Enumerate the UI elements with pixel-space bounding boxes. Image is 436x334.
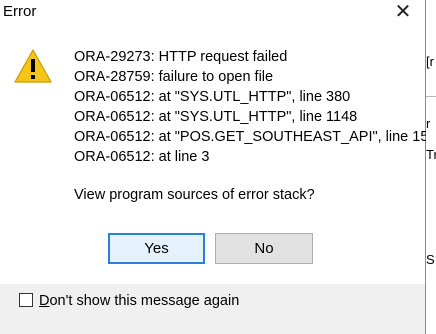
label-text: on't show this message again bbox=[49, 293, 240, 309]
dialog-footer bbox=[0, 284, 425, 334]
error-stack: ORA-29273: HTTP request failed ORA-28759… bbox=[74, 47, 428, 167]
warning-icon bbox=[14, 49, 52, 83]
error-line: ORA-06512: at "SYS.UTL_HTTP", line 380 bbox=[74, 89, 351, 105]
error-dialog: Error ✕ ORA-29273: HTTP request failed O… bbox=[0, 0, 428, 334]
background-text-fragment: S bbox=[426, 252, 435, 267]
question-text: View program sources of error stack? bbox=[74, 187, 315, 203]
error-line: ORA-06512: at "SYS.UTL_HTTP", line 1148 bbox=[74, 109, 358, 125]
background-window-edge: [r r Tr S bbox=[426, 0, 436, 334]
yes-button[interactable]: Yes bbox=[108, 233, 205, 264]
close-icon[interactable]: ✕ bbox=[387, 0, 419, 24]
error-line: ORA-06512: at line 3 bbox=[74, 149, 210, 165]
error-line: ORA-28759: failure to open file bbox=[74, 69, 274, 85]
error-line: ORA-29273: HTTP request failed bbox=[74, 49, 288, 65]
background-text-fragment: r bbox=[426, 116, 431, 131]
dont-show-again-label[interactable]: Don't show this message again bbox=[39, 293, 239, 309]
dont-show-again-checkbox[interactable] bbox=[19, 293, 33, 307]
no-button[interactable]: No bbox=[215, 233, 313, 264]
error-line: ORA-06512: at "POS.GET_SOUTHEAST_API", l… bbox=[74, 129, 429, 145]
background-divider bbox=[426, 96, 436, 97]
background-text-fragment: Tr bbox=[426, 147, 436, 162]
background-text-fragment: [r bbox=[426, 54, 434, 69]
title-bar: Error ✕ bbox=[0, 0, 425, 24]
label-accelerator: D bbox=[39, 293, 50, 309]
window-title: Error bbox=[3, 3, 37, 20]
